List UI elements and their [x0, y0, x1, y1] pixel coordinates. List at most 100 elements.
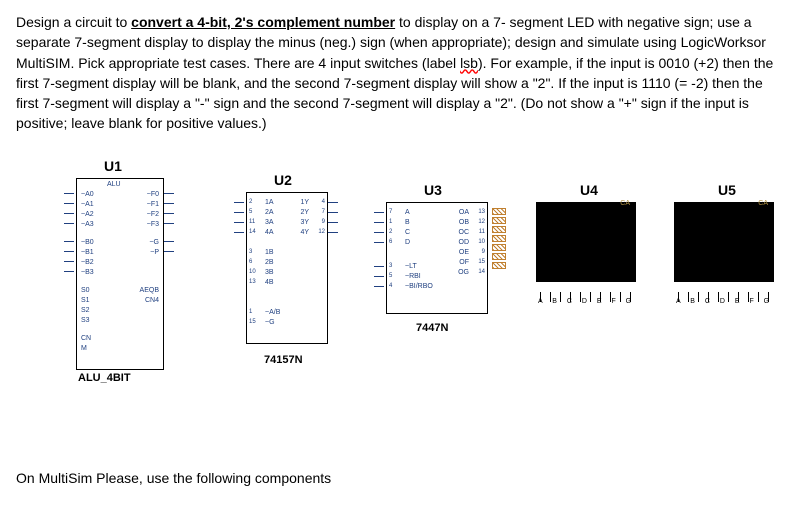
u3-partname: 7447N	[416, 322, 448, 334]
text-lsb: lsb	[460, 55, 478, 71]
u2-pinnum: 9	[322, 219, 325, 225]
wire-stub	[328, 212, 338, 213]
u3-pinnum: 3	[389, 263, 392, 269]
u1-pin: ~B3	[81, 269, 94, 277]
u3-pinnum: 10	[478, 239, 485, 245]
u3-pinnum: 14	[478, 269, 485, 275]
wire-stub	[164, 203, 174, 204]
wire-stub	[374, 222, 384, 223]
u1-pin: S0	[81, 287, 90, 295]
u1-pin: CN	[81, 335, 91, 343]
u1-block-label: ALU	[107, 181, 121, 189]
u3-pinnum: 4	[389, 283, 392, 289]
u3-pin: OA	[459, 209, 469, 217]
u1-pin: S2	[81, 307, 90, 315]
u3-pin: OF	[459, 259, 469, 267]
u3-pin: ~LT	[405, 263, 417, 271]
u3-refdes: U3	[424, 182, 442, 198]
u1-pin: ~F2	[147, 211, 159, 219]
u2-pin: 1Y	[300, 199, 309, 207]
u3-pinnum: 15	[478, 259, 485, 265]
u1-pin: CN4	[145, 297, 159, 305]
u2-pin: 2B	[265, 259, 274, 267]
u2-pinnum: 12	[318, 229, 325, 235]
u2-pin: 4Y	[300, 229, 309, 237]
u1-pin: ~F3	[147, 221, 159, 229]
u2-pin: 3A	[265, 219, 274, 227]
u2-refdes: U2	[274, 172, 292, 188]
u1-pin: ~P	[150, 249, 159, 257]
wire-stub	[374, 242, 384, 243]
u1-pin: M	[81, 345, 87, 353]
wire-stub	[234, 202, 244, 203]
u1-body: ALU ~A0 ~A1 ~A2 ~A3 ~B0 ~B1 ~B2 ~B3 S0 S…	[76, 178, 164, 370]
u5-refdes: U5	[718, 182, 736, 198]
wire-stub	[328, 222, 338, 223]
wire-stub	[164, 223, 174, 224]
u1-pin: ~F1	[147, 201, 159, 209]
wire-stub	[64, 193, 74, 194]
u2-pinnum: 2	[249, 199, 252, 205]
u1-pin: S1	[81, 297, 90, 305]
wire-stub	[374, 212, 384, 213]
u3-pinnum: 2	[389, 229, 392, 235]
u2-pinnum: 11	[249, 219, 255, 225]
u4-refdes: U4	[580, 182, 598, 198]
u2-pinnum: 7	[322, 209, 325, 215]
wire-stub	[234, 232, 244, 233]
u3-pinnum: 1	[389, 219, 392, 225]
u2-pinnum: 10	[249, 269, 256, 275]
u4-ca-label: CA	[620, 200, 630, 207]
u1-pin: ~G	[149, 239, 159, 247]
u3-pin: OG	[458, 269, 469, 277]
wire-stub	[234, 222, 244, 223]
u1-pin: ~A1	[81, 201, 94, 209]
wire-stub	[374, 266, 384, 267]
wire-stub	[64, 251, 74, 252]
u2-pinnum: 14	[249, 229, 256, 235]
u2-pin: 4B	[265, 279, 274, 287]
u4-pin-row: A B C D E F G	[538, 298, 635, 464]
u3-pinnum: 6	[389, 239, 392, 245]
wire-stub	[64, 223, 74, 224]
u2-pinnum: 1	[249, 309, 252, 315]
u3-pin: A	[405, 209, 410, 217]
u2-pin: 2A	[265, 209, 274, 217]
u3-pinnum: 7	[389, 209, 392, 215]
u1-pin: ~A2	[81, 211, 94, 219]
u2-pin: 1B	[265, 249, 274, 257]
u3-pin: ~RBI	[405, 273, 421, 281]
u2-pinnum: 15	[249, 319, 256, 325]
u3-pin: ~BI/RBO	[405, 283, 433, 291]
u3-pin: B	[405, 219, 410, 227]
u3-pinnum: 11	[479, 229, 485, 235]
u4-display: CA	[536, 202, 636, 282]
u1-pin: ~B2	[81, 259, 94, 267]
u3-pin: C	[405, 229, 410, 237]
u1-pin: ~B1	[81, 249, 94, 257]
u2-pin: 1A	[265, 199, 274, 207]
footer-instruction: On MultiSim Please, use the following co…	[16, 470, 782, 486]
wire-stub	[328, 202, 338, 203]
u2-pinnum: 3	[249, 249, 252, 255]
u1-pin: ~B0	[81, 239, 94, 247]
wire-stub	[374, 276, 384, 277]
u2-pinnum: 13	[249, 279, 256, 285]
u3-body: A B C D ~LT ~RBI ~BI/RBO 7 1 2 6 3 5 4 O…	[386, 202, 488, 314]
resistor-pack	[492, 208, 506, 271]
u2-partname: 74157N	[264, 354, 303, 366]
u3-pinnum: 9	[482, 249, 485, 255]
u1-pin: ~F0	[147, 191, 159, 199]
u3-pin: OD	[459, 239, 470, 247]
u2-pin: 3Y	[300, 219, 309, 227]
text-underlined-phrase: convert a 4-bit, 2's complement number	[131, 14, 395, 30]
wire-stub	[164, 193, 174, 194]
u2-pinnum: 6	[249, 259, 252, 265]
wire-stub	[164, 251, 174, 252]
u1-pin: ~A3	[81, 221, 94, 229]
u1-pin: S3	[81, 317, 90, 325]
u3-pin: OB	[459, 219, 469, 227]
problem-statement: Design a circuit to convert a 4-bit, 2's…	[16, 12, 782, 134]
u2-pin: ~G	[265, 319, 275, 327]
u2-pin: 2Y	[300, 209, 309, 217]
